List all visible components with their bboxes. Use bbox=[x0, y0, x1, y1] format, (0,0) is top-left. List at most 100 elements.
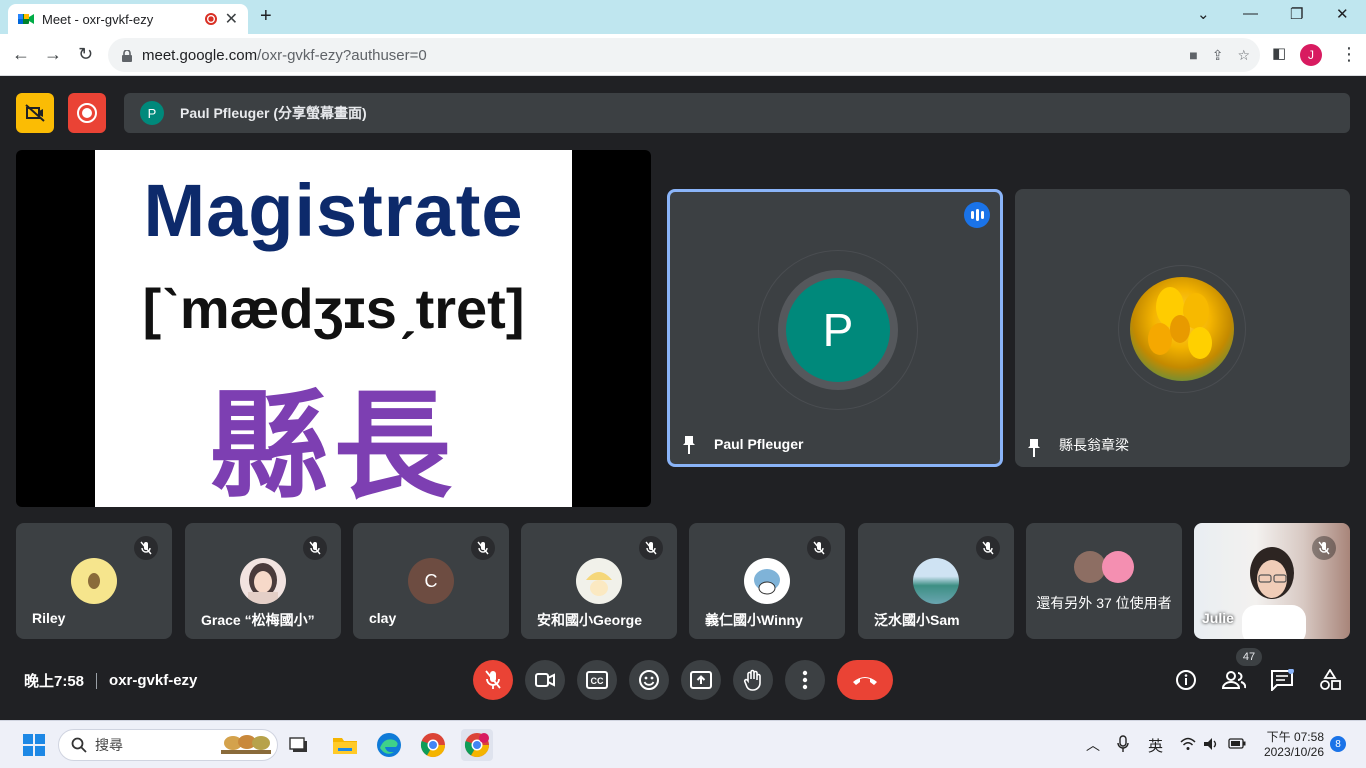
side-panel-icon[interactable]: ◧ bbox=[1272, 44, 1286, 62]
people-icon bbox=[1222, 671, 1246, 689]
task-view-button[interactable] bbox=[284, 729, 316, 761]
slide-chinese: 縣長 bbox=[209, 381, 458, 507]
chat-button[interactable] bbox=[1270, 668, 1294, 692]
show-hidden-icons[interactable]: ︿ bbox=[1086, 735, 1100, 755]
pin-icon[interactable] bbox=[682, 436, 696, 454]
present-icon bbox=[690, 671, 712, 689]
muted-mic-icon bbox=[976, 536, 1000, 560]
notification-badge[interactable]: 8 bbox=[1330, 736, 1346, 752]
participant-tile-magistrate[interactable]: 縣長翁章梁 bbox=[1015, 189, 1350, 467]
participant-tile[interactable]: 安和國小George bbox=[521, 523, 677, 639]
chrome-profile-button[interactable] bbox=[461, 729, 493, 761]
recording-button[interactable] bbox=[68, 93, 106, 133]
file-explorer-button[interactable] bbox=[329, 729, 361, 761]
profile-avatar[interactable]: J bbox=[1300, 44, 1322, 66]
meeting-info: 晚上7:58 oxr-gvkf-ezy bbox=[24, 670, 197, 691]
share-page-icon[interactable]: ⇪ bbox=[1212, 47, 1224, 64]
microphone-icon[interactable] bbox=[1117, 735, 1129, 753]
hand-icon bbox=[743, 669, 761, 691]
restore-icon[interactable]: ❐ bbox=[1290, 5, 1303, 23]
recording-indicator-icon bbox=[204, 13, 217, 25]
folder-icon bbox=[333, 738, 357, 754]
speaking-indicator-icon bbox=[964, 202, 990, 228]
hide-self-view-button[interactable] bbox=[16, 93, 54, 133]
search-icon bbox=[71, 737, 87, 753]
participant-tile-paul[interactable]: P Paul Pfleuger bbox=[667, 189, 1003, 467]
participant-name: Grace “松梅國小” bbox=[201, 612, 315, 628]
captions-button[interactable]: CC bbox=[577, 660, 617, 700]
new-tab-icon[interactable]: + bbox=[260, 5, 272, 28]
lock-icon bbox=[122, 49, 132, 62]
muted-mic-icon bbox=[471, 536, 495, 560]
meeting-code: oxr-gvkf-ezy bbox=[109, 672, 198, 689]
reload-icon[interactable]: ↻ bbox=[78, 44, 93, 65]
raise-hand-button[interactable] bbox=[733, 660, 773, 700]
avatar bbox=[71, 558, 117, 604]
volume-icon[interactable] bbox=[1203, 737, 1219, 751]
chrome-icon bbox=[464, 733, 489, 758]
avatar bbox=[576, 558, 622, 604]
more-vert-icon bbox=[802, 670, 808, 690]
avatar bbox=[1130, 277, 1234, 381]
record-icon bbox=[77, 103, 97, 123]
bookmark-star-icon[interactable]: ☆ bbox=[1237, 47, 1250, 64]
taskbar-clock[interactable]: 下午 07:58 2023/10/26 bbox=[1256, 728, 1324, 759]
tulip-photo-icon bbox=[1148, 287, 1212, 359]
taskbar-search[interactable]: 搜尋 bbox=[58, 729, 278, 761]
camera-icon bbox=[535, 673, 555, 687]
camera-permission-icon[interactable]: ■ bbox=[1189, 47, 1197, 64]
ime-indicator[interactable]: 英 bbox=[1148, 735, 1163, 756]
tab-search-chevron-icon[interactable]: ⌄ bbox=[1197, 5, 1210, 23]
minimize-icon[interactable]: — bbox=[1243, 5, 1258, 22]
participant-tile-video[interactable]: Julie bbox=[1194, 523, 1350, 639]
participant-tile[interactable]: Grace “松梅國小” bbox=[185, 523, 341, 639]
reactions-button[interactable] bbox=[629, 660, 669, 700]
present-screen-button[interactable] bbox=[681, 660, 721, 700]
meeting-details-button[interactable] bbox=[1174, 668, 1198, 692]
wifi-icon[interactable] bbox=[1180, 737, 1196, 751]
address-bar[interactable]: meet.google.com/oxr-gvkf-ezy?authuser=0 … bbox=[108, 38, 1260, 72]
avatar: P bbox=[786, 278, 890, 382]
meeting-time: 晚上7:58 bbox=[24, 673, 85, 690]
camera-toggle-button[interactable] bbox=[525, 660, 565, 700]
chrome-button[interactable] bbox=[417, 729, 449, 761]
muted-mic-icon bbox=[303, 536, 327, 560]
battery-icon[interactable] bbox=[1228, 738, 1246, 749]
start-button[interactable] bbox=[18, 729, 50, 761]
pin-icon[interactable] bbox=[1027, 439, 1041, 457]
avatar bbox=[240, 558, 286, 604]
participant-tile[interactable]: 義仁國小Winny bbox=[689, 523, 845, 639]
browser-tab-bar: Meet - oxr-gvkf-ezy ✕ + ⌄ — ❐ ✕ bbox=[0, 0, 1366, 34]
avatar: C bbox=[408, 558, 454, 604]
search-placeholder: 搜尋 bbox=[95, 737, 123, 753]
people-button[interactable] bbox=[1222, 668, 1246, 692]
screen-share-view[interactable]: Magistrate [ˋmædʒɪsˏtret] 縣長 bbox=[16, 150, 651, 507]
clock-date: 2023/10/26 bbox=[1263, 745, 1324, 759]
participant-tile[interactable]: C clay bbox=[353, 523, 509, 639]
back-icon[interactable]: ← bbox=[12, 44, 30, 65]
close-window-icon[interactable]: ✕ bbox=[1336, 5, 1349, 23]
more-participants-tile[interactable]: 還有另外 37 位使用者 bbox=[1026, 523, 1182, 639]
participant-tile[interactable]: 泛水國小Sam bbox=[858, 523, 1014, 639]
forward-icon[interactable]: → bbox=[44, 44, 62, 65]
browser-tab[interactable]: Meet - oxr-gvkf-ezy ✕ bbox=[8, 4, 248, 34]
emoji-icon bbox=[639, 670, 659, 690]
close-tab-icon[interactable]: ✕ bbox=[225, 9, 238, 29]
url-path: /oxr-gvkf-ezy?authuser=0 bbox=[257, 46, 427, 64]
browser-menu-icon[interactable]: ⋮ bbox=[1340, 44, 1358, 65]
participant-tile[interactable]: Riley bbox=[16, 523, 172, 639]
avatar bbox=[1102, 551, 1134, 583]
participant-name: Paul Pfleuger bbox=[714, 436, 804, 452]
url-host: meet.google.com bbox=[142, 46, 258, 64]
presentation-slide: Magistrate [ˋmædʒɪsˏtret] 縣長 bbox=[95, 150, 572, 507]
participant-name: 縣長翁章梁 bbox=[1059, 437, 1129, 453]
leave-call-button[interactable] bbox=[837, 660, 893, 700]
participant-name: clay bbox=[369, 610, 397, 626]
clock-time: 下午 07:58 bbox=[1266, 730, 1324, 744]
activities-button[interactable] bbox=[1318, 668, 1342, 692]
svg-text:CC: CC bbox=[591, 676, 604, 686]
participant-count-badge: 47 bbox=[1236, 648, 1262, 666]
mic-toggle-button[interactable] bbox=[473, 660, 513, 700]
edge-button[interactable] bbox=[373, 729, 405, 761]
more-options-button[interactable] bbox=[785, 660, 825, 700]
